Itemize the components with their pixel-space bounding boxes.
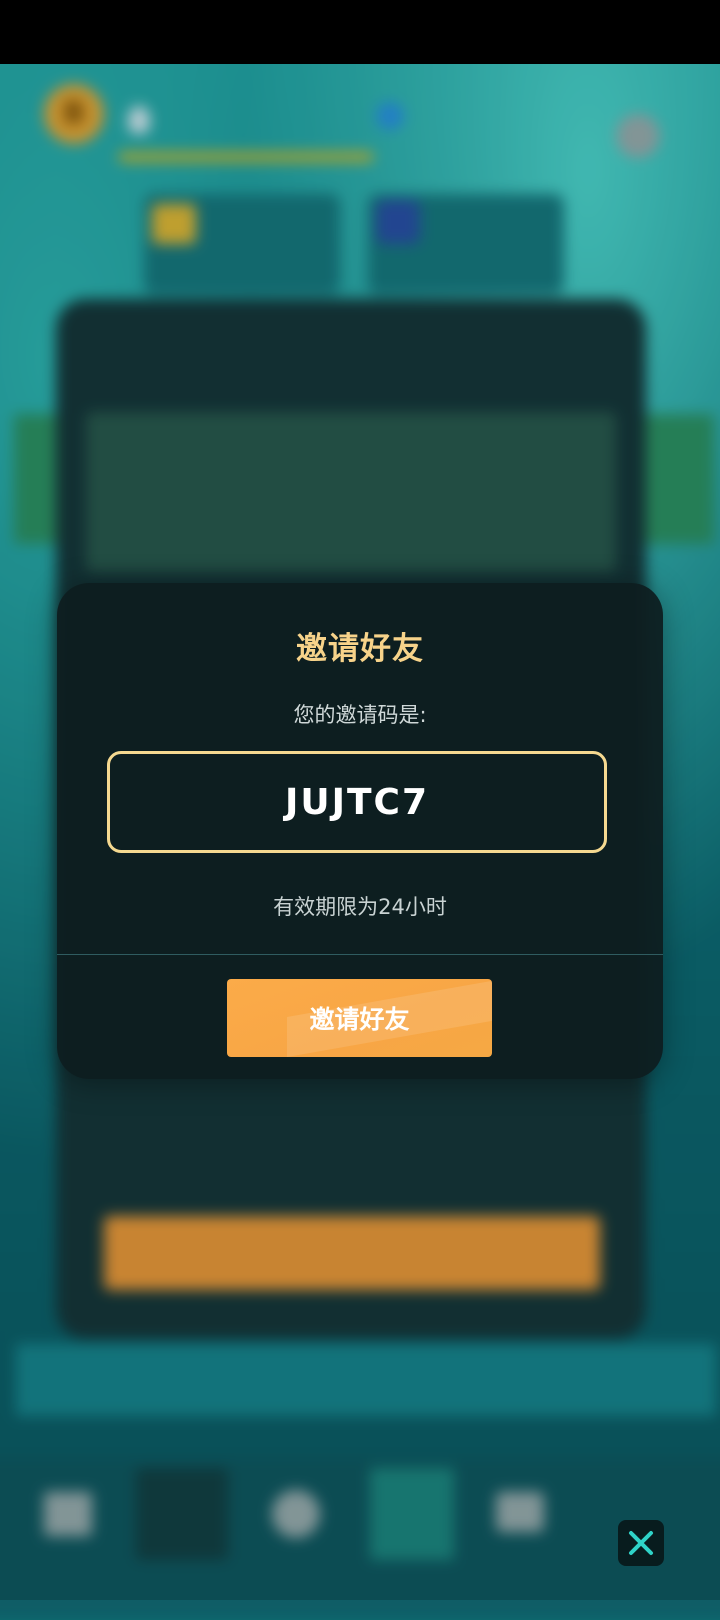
invite-friends-button[interactable]: 邀请好友 — [227, 979, 492, 1057]
dialog-title: 邀请好友 — [296, 631, 424, 667]
close-button[interactable] — [618, 1520, 664, 1566]
close-icon — [629, 1531, 653, 1555]
invite-friends-dialog: 邀请好友 您的邀请码是: JUJTC7 有效期限为24小时 邀请好友 — [57, 583, 663, 1079]
status-bar — [0, 0, 720, 64]
invite-code-box[interactable]: JUJTC7 — [107, 751, 607, 853]
invite-code-label: 您的邀请码是: — [293, 703, 427, 727]
invite-code: JUJTC7 — [284, 781, 430, 823]
divider — [57, 954, 663, 955]
validity-note: 有效期限为24小时 — [273, 895, 447, 919]
invite-button-label: 邀请好友 — [309, 1005, 410, 1034]
